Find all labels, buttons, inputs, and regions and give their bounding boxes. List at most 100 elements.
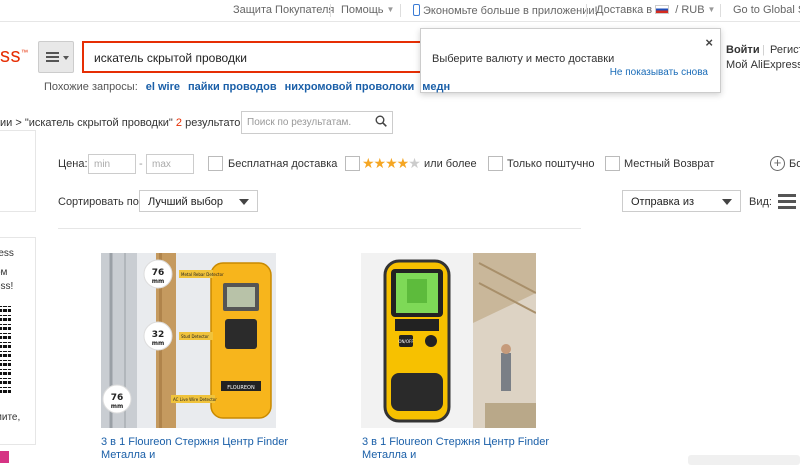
feature-label: Stud Detector bbox=[181, 334, 209, 339]
search-value: искатель скрытой проводки bbox=[94, 51, 247, 65]
promo-text: ом bbox=[0, 267, 8, 278]
sort-select[interactable]: Лучший выбор bbox=[139, 190, 258, 212]
russia-flag-icon bbox=[655, 5, 670, 14]
price-min-input[interactable]: min bbox=[88, 154, 136, 174]
logo-text: ss bbox=[0, 45, 21, 67]
ship-to-menu[interactable]: Доставка в / RUB ▼ bbox=[596, 4, 715, 16]
star-icon: ★ bbox=[408, 155, 421, 171]
ship-from-select[interactable]: Отправка из bbox=[622, 190, 741, 212]
category-sidebar bbox=[0, 130, 36, 212]
chevron-down-icon: ▼ bbox=[707, 5, 716, 14]
star-icon: ★★★★ bbox=[362, 155, 409, 171]
price-max-input[interactable]: max bbox=[146, 154, 194, 174]
search-within-placeholder: Поиск по результатам. bbox=[247, 117, 352, 128]
price-max-placeholder: max bbox=[152, 159, 171, 170]
chevron-down-icon: ▼ bbox=[386, 5, 395, 14]
sort-value: Лучший выбор bbox=[148, 196, 224, 208]
ship-from-value: Отправка из bbox=[631, 196, 695, 208]
register-link[interactable]: Регист bbox=[770, 44, 800, 56]
feedback-button[interactable] bbox=[688, 455, 800, 465]
divider bbox=[720, 4, 721, 17]
app-promo-label: Экономьте больше в приложении! bbox=[423, 5, 598, 17]
results-count: 2 bbox=[175, 117, 183, 129]
search-input[interactable]: искатель скрытой проводки bbox=[82, 41, 427, 73]
more-filters-label[interactable]: Бо bbox=[789, 158, 800, 170]
phone-icon bbox=[413, 4, 420, 16]
depth-value: 76 bbox=[111, 393, 124, 403]
depth-value: 32 bbox=[152, 330, 165, 340]
buyer-protection-link[interactable]: Защита Покупателя bbox=[233, 4, 334, 16]
ship-to-label: Доставка в bbox=[596, 4, 653, 16]
divider bbox=[58, 228, 581, 229]
related-label: Похожие запросы: bbox=[44, 81, 138, 93]
login-link[interactable]: Войти bbox=[726, 44, 760, 56]
top-bar: Защита Покупателя Помощь ▼ Экономьте боль… bbox=[0, 0, 800, 22]
related-searches: Похожие запросы: el wire пайки проводов них… bbox=[44, 81, 450, 93]
aliexpress-logo[interactable]: ss™ bbox=[0, 45, 29, 68]
help-menu[interactable]: Помощь ▼ bbox=[341, 4, 394, 16]
related-item[interactable]: el wire bbox=[146, 81, 180, 93]
help-label: Помощь bbox=[341, 4, 384, 16]
plus-circle-icon[interactable]: + bbox=[770, 156, 785, 171]
login-label: Войти bbox=[726, 44, 760, 56]
promo-badge bbox=[0, 451, 9, 463]
product-title-link[interactable]: 3 в 1 Floureon Стержня Центр Finder Мета… bbox=[101, 436, 291, 462]
price-dash: - bbox=[139, 158, 143, 170]
popover-message: Выберите валюту и место доставки bbox=[432, 53, 615, 65]
close-icon[interactable]: × bbox=[705, 35, 713, 50]
view-label: Вид: bbox=[749, 196, 772, 208]
single-piece-checkbox[interactable] bbox=[488, 156, 503, 171]
breadcrumb: ии > "искатель скрытой проводки" 2 резул… bbox=[0, 117, 256, 129]
depth-value: 76 bbox=[152, 268, 165, 278]
logo-trademark: ™ bbox=[21, 49, 29, 57]
rating-checkbox[interactable] bbox=[345, 156, 360, 171]
price-min-placeholder: min bbox=[94, 159, 111, 170]
product-image[interactable]: FLOUREON Metal Rebar Detector Stud Detec… bbox=[101, 253, 276, 428]
divider: | bbox=[762, 44, 765, 56]
promo-text: ess! bbox=[0, 281, 14, 292]
sort-label: Сортировать по: bbox=[58, 196, 142, 208]
categories-menu-button[interactable] bbox=[38, 41, 74, 73]
depth-unit: mm bbox=[111, 403, 124, 410]
breadcrumb-query: ии > "искатель скрытой проводки" bbox=[0, 117, 173, 129]
divider bbox=[586, 4, 587, 17]
related-item[interactable]: пайки проводов bbox=[188, 81, 277, 93]
caret-down-icon bbox=[63, 56, 69, 60]
promo-text: мите, bbox=[0, 412, 21, 423]
qr-code-pattern bbox=[0, 303, 9, 393]
power-button-label: ON/OFF bbox=[398, 339, 414, 344]
promo-text: ress bbox=[0, 248, 14, 259]
depth-unit: mm bbox=[152, 340, 165, 347]
local-return-checkbox[interactable] bbox=[605, 156, 620, 171]
free-shipping-checkbox[interactable] bbox=[208, 156, 223, 171]
feature-label: AC Live Wire Detector bbox=[173, 397, 217, 402]
price-label: Цена: bbox=[58, 158, 88, 170]
stud-finder-photo: FLOUREON Metal Rebar Detector Stud Detec… bbox=[101, 253, 276, 428]
single-piece-label: Только поштучно bbox=[507, 158, 595, 170]
list-view-icon[interactable] bbox=[778, 193, 796, 209]
currency-label: RUB bbox=[681, 4, 705, 16]
search-icon[interactable] bbox=[375, 115, 387, 127]
search-within-input[interactable]: Поиск по результатам. bbox=[241, 111, 393, 134]
related-item[interactable]: нихромовой проволоки bbox=[285, 81, 415, 93]
dropdown-arrow-icon bbox=[722, 199, 732, 205]
dropdown-arrow-icon bbox=[239, 199, 249, 205]
divider bbox=[330, 4, 331, 17]
local-return-label: Местный Возврат bbox=[624, 158, 715, 170]
rating-suffix: или более bbox=[424, 158, 477, 170]
stud-finder-photo: ON/OFF bbox=[361, 253, 536, 428]
global-site-link[interactable]: Go to Global Si bbox=[733, 4, 800, 16]
feature-label: Metal Rebar Detector bbox=[181, 272, 224, 277]
rating-stars: ★★★★★ bbox=[362, 155, 421, 172]
my-aliexpress-link[interactable]: Мой AliExpress bbox=[726, 59, 800, 71]
dont-show-again-link[interactable]: Не показывать снова bbox=[610, 67, 708, 78]
divider bbox=[400, 4, 401, 17]
depth-unit: mm bbox=[152, 278, 165, 285]
app-promo-link[interactable]: Экономьте больше в приложении! bbox=[413, 4, 598, 17]
free-shipping-label: Бесплатная доставка bbox=[228, 158, 338, 170]
currency-shipping-popover: × Выберите валюту и место доставки Не по… bbox=[420, 28, 721, 93]
product-image[interactable]: ON/OFF bbox=[361, 253, 536, 428]
hamburger-icon bbox=[46, 52, 59, 62]
product-title-link[interactable]: 3 в 1 Floureon Стержня Центр Finder Мета… bbox=[362, 436, 552, 462]
related-item[interactable]: медн bbox=[422, 81, 450, 93]
